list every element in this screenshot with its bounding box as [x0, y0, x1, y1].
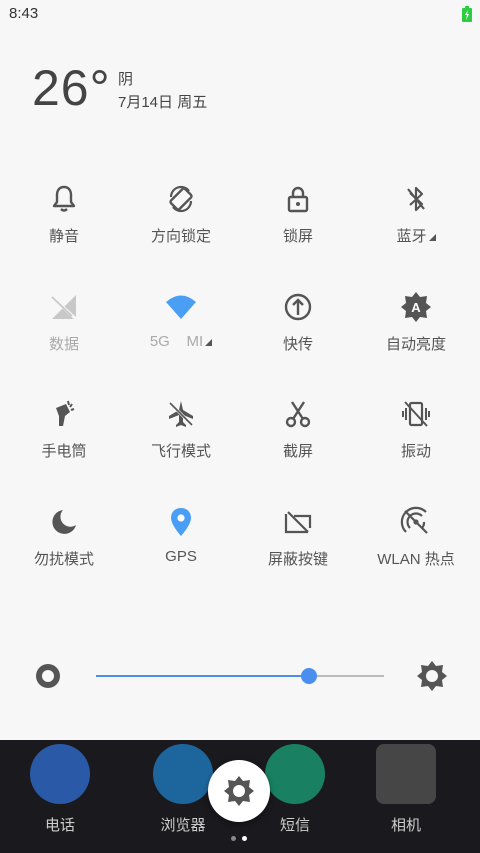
tile-wlan-hotspot[interactable]: WLAN 热点 — [356, 506, 476, 586]
tile-block-keys-label: 屏蔽按键 — [267, 551, 328, 568]
page-indicator — [229, 836, 251, 844]
tile-gps-label: GPS — [165, 548, 197, 565]
tile-rotation-lock-label: 方向锁定 — [150, 228, 211, 245]
location-icon — [171, 508, 191, 536]
wifi-icon — [166, 295, 196, 319]
page-dot-active — [242, 836, 247, 841]
tile-wifi-label: 5G MI — [121, 333, 241, 350]
brightness-low-icon — [36, 664, 60, 688]
tile-vibrate-label: 振动 — [400, 443, 431, 460]
moon-icon — [52, 510, 76, 534]
battery-charging-icon — [462, 6, 472, 22]
browser-icon — [153, 744, 213, 804]
tile-do-not-disturb[interactable]: 勿扰模式 — [4, 506, 124, 586]
status-time: 8:43 — [9, 5, 39, 22]
svg-text:A: A — [411, 300, 421, 315]
dock-app-messages-label: 短信 — [279, 817, 310, 834]
dock-app-camera[interactable]: 相机 — [356, 744, 456, 844]
tile-block-keys[interactable]: 屏蔽按键 — [238, 506, 358, 586]
status-bar: 8:43 — [0, 0, 480, 28]
tile-screenshot-label: 截屏 — [282, 443, 313, 460]
lock-icon — [287, 186, 309, 213]
tile-mobile-data-label: 数据 — [48, 336, 79, 353]
block-keys-icon — [284, 511, 312, 534]
flashlight-icon — [56, 400, 75, 426]
tile-lock-screen-label: 锁屏 — [282, 228, 313, 245]
dock-app-phone[interactable]: 电话 — [10, 744, 110, 844]
tile-silent-label: 静音 — [48, 228, 79, 245]
tile-airplane-label: 飞行模式 — [150, 443, 211, 460]
phone-icon — [30, 744, 90, 804]
airplane-icon — [168, 401, 194, 427]
tile-gps[interactable]: GPS — [121, 506, 241, 586]
tile-rotation-lock[interactable]: 方向锁定 — [121, 183, 241, 263]
tile-bluetooth-label: 蓝牙 — [356, 225, 476, 246]
tile-mobile-data[interactable]: 数据 — [4, 291, 124, 371]
dock-app-browser-label: 浏览器 — [160, 817, 206, 834]
mobile-data-off-icon — [50, 295, 78, 321]
tile-vibrate[interactable]: 振动 — [356, 398, 476, 478]
bell-icon — [52, 185, 76, 212]
tile-quick-transfer[interactable]: 快传 — [238, 291, 358, 371]
tile-bluetooth[interactable]: 蓝牙 — [356, 183, 476, 263]
dock-app-phone-label: 电话 — [44, 817, 75, 834]
settings-button[interactable] — [208, 760, 270, 822]
bluetooth-icon — [407, 186, 425, 212]
tile-auto-brightness-label: 自动亮度 — [385, 336, 446, 353]
hotspot-off-icon — [400, 506, 428, 534]
brightness-slider-fill — [96, 675, 310, 677]
brightness-control — [0, 656, 480, 696]
temperature: 26° — [32, 60, 111, 116]
settings-gear-icon — [224, 776, 254, 806]
dock-app-camera-label: 相机 — [390, 817, 421, 834]
tile-wlan-hotspot-label: WLAN 热点 — [377, 551, 455, 568]
tile-do-not-disturb-label: 勿扰模式 — [33, 551, 94, 568]
camera-icon — [376, 744, 436, 804]
rotation-lock-icon — [169, 185, 193, 213]
tile-silent[interactable]: 静音 — [4, 183, 124, 263]
brightness-slider-thumb[interactable] — [301, 668, 318, 684]
tile-flashlight-label: 手电筒 — [41, 443, 87, 460]
auto-brightness-icon: A — [401, 292, 431, 322]
brightness-high-icon — [417, 661, 447, 691]
tile-flashlight[interactable]: 手电筒 — [4, 398, 124, 478]
vibrate-off-icon — [402, 401, 430, 427]
weather-condition: 阴 — [118, 71, 134, 88]
tile-airplane[interactable]: 飞行模式 — [121, 398, 241, 478]
page-dot — [231, 836, 236, 841]
messages-icon — [265, 744, 325, 804]
expand-triangle-icon[interactable] — [205, 339, 213, 346]
tile-screenshot[interactable]: 截屏 — [238, 398, 358, 478]
brightness-slider[interactable] — [96, 668, 384, 684]
quick-transfer-icon — [284, 293, 312, 321]
scissors-icon — [285, 401, 311, 428]
tile-lock-screen[interactable]: 锁屏 — [238, 183, 358, 263]
tile-wifi[interactable]: 5G MI — [121, 291, 241, 371]
tile-auto-brightness[interactable]: A 自动亮度 — [356, 291, 476, 371]
expand-triangle-icon[interactable] — [428, 234, 436, 241]
weather-date: 7月14日 周五 — [118, 94, 208, 111]
tile-quick-transfer-label: 快传 — [282, 336, 313, 353]
